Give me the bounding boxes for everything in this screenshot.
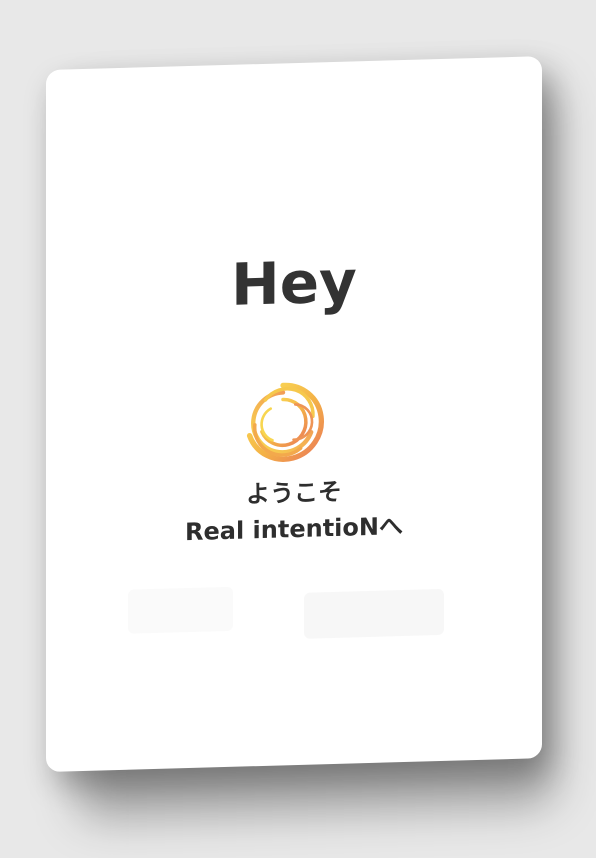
greeting-title: Hey (231, 247, 357, 319)
screen: Hey ようこそ Real intentioNへ (0, 0, 596, 858)
welcome-card: Hey ようこそ Real intentioNへ (46, 56, 542, 773)
swirl-logo-icon (246, 382, 324, 462)
faded-button-left[interactable] (128, 586, 233, 634)
faded-button-right[interactable] (304, 588, 444, 639)
welcome-message: ようこそ Real intentioNへ (46, 468, 542, 554)
